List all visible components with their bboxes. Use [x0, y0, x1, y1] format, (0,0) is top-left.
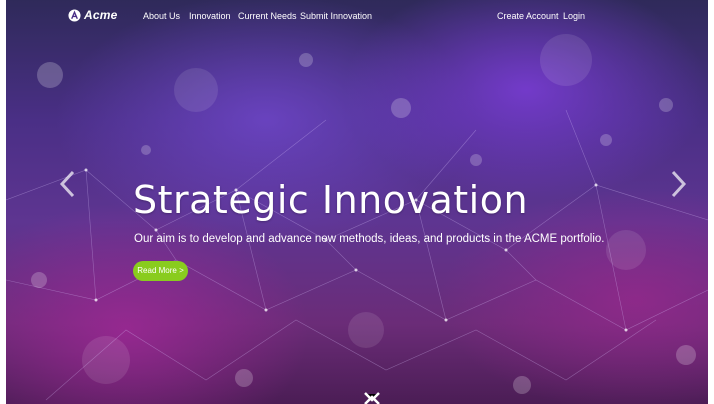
- acme-logo-icon: [68, 8, 81, 22]
- create-account-link[interactable]: Create Account: [497, 11, 559, 21]
- nav-link-about-us[interactable]: About Us: [143, 11, 180, 21]
- nav-link-innovation[interactable]: Innovation: [189, 11, 231, 21]
- read-more-button[interactable]: Read More >: [133, 261, 188, 281]
- brand-name: Acme: [84, 8, 118, 22]
- nav-link-submit-innovation[interactable]: Submit Innovation: [300, 11, 372, 21]
- nav-link-current-needs[interactable]: Current Needs: [238, 11, 297, 21]
- top-navigation: Acme About Us Innovation Current Needs S…: [0, 0, 714, 32]
- login-link[interactable]: Login: [563, 11, 585, 21]
- page: Acme About Us Innovation Current Needs S…: [0, 0, 714, 404]
- chevron-left-icon[interactable]: [56, 168, 80, 200]
- hero-subtitle: Our aim is to develop and advance new me…: [134, 233, 605, 245]
- brand-logo[interactable]: Acme: [68, 8, 117, 22]
- chevron-down-icon[interactable]: [362, 392, 382, 404]
- hero-title: Strategic Innovation: [133, 178, 529, 222]
- chevron-right-icon[interactable]: [666, 168, 690, 200]
